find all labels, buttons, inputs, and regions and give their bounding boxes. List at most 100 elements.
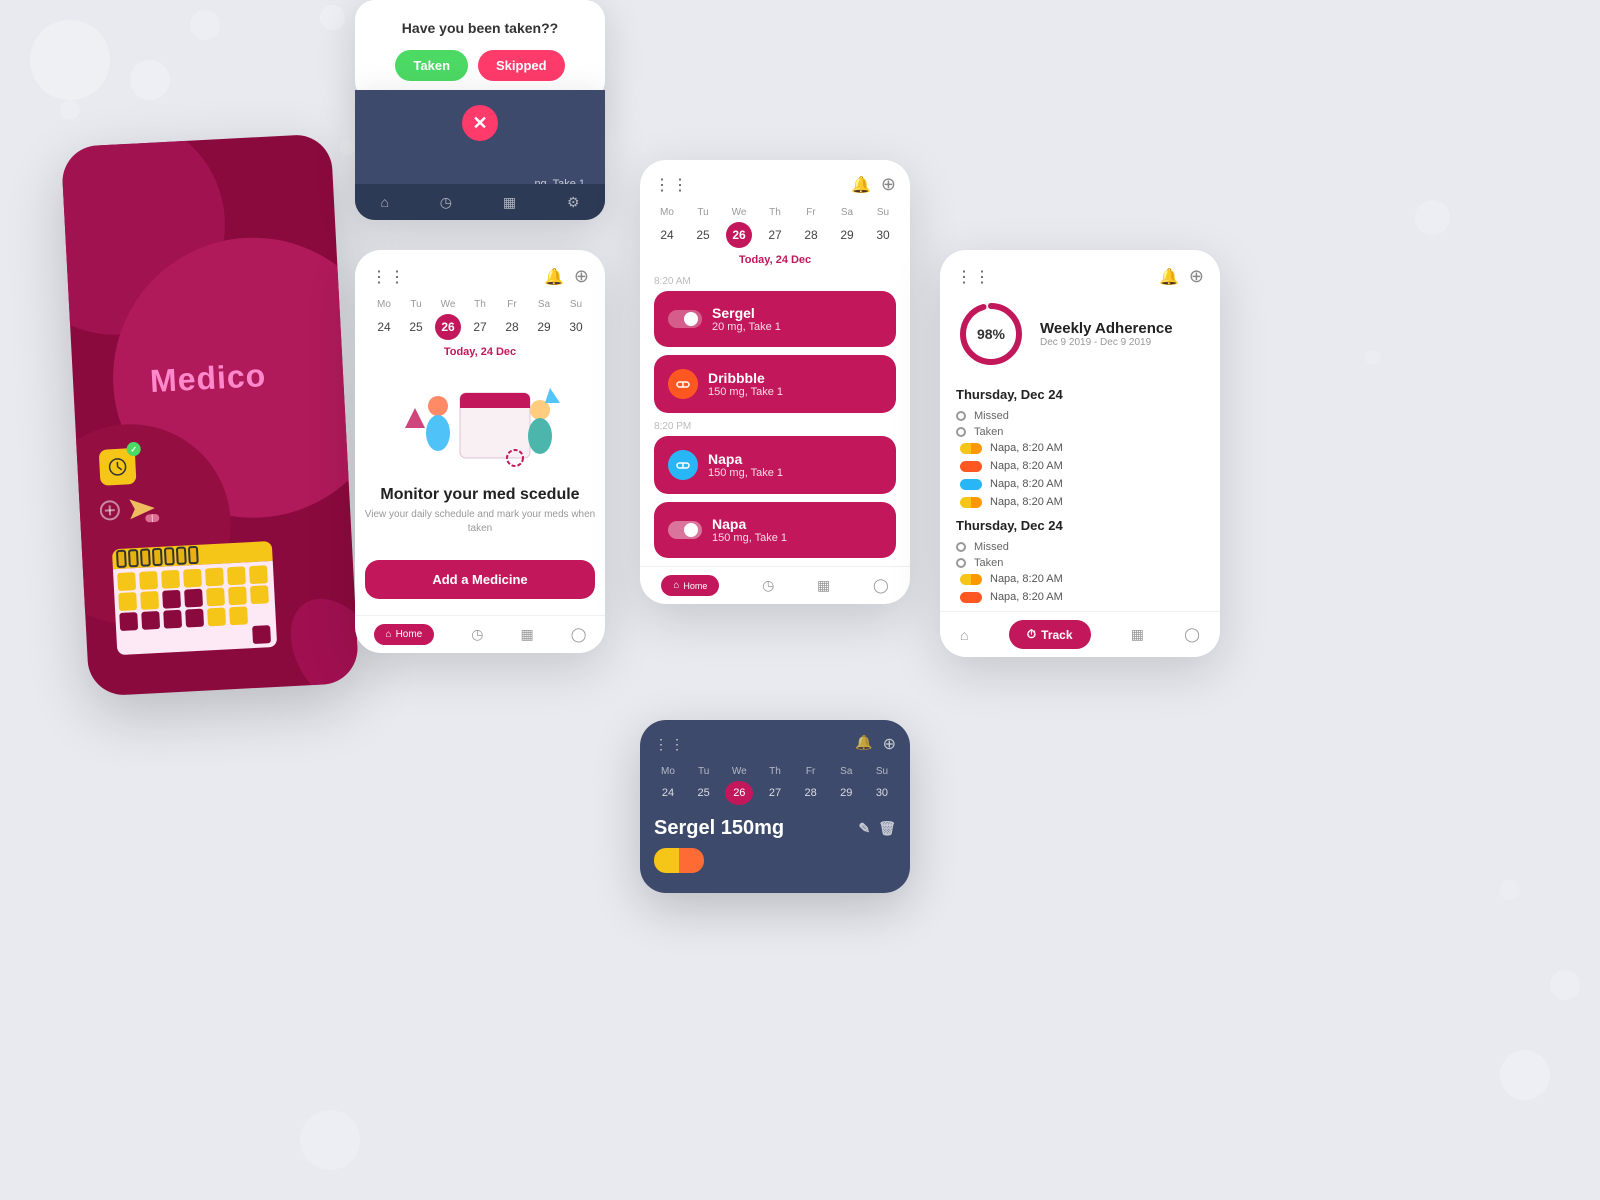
sergel-toggle[interactable] bbox=[668, 310, 702, 328]
schedule-menu-icon[interactable]: ⋮⋮ bbox=[654, 175, 690, 195]
taken-status-2: Taken bbox=[956, 557, 1204, 569]
track-button[interactable]: ⏱ Track bbox=[1009, 620, 1091, 649]
screens-wrapper: Medico ✓ bbox=[0, 0, 1600, 1200]
log-pill-5 bbox=[960, 574, 982, 585]
napa1-icon bbox=[668, 450, 698, 480]
log-text-3: Napa, 8:20 AM bbox=[990, 478, 1063, 490]
popup-nav-chart-icon[interactable]: ◷ bbox=[440, 194, 452, 211]
leaf-decoration bbox=[273, 563, 359, 687]
close-button[interactable]: ✕ bbox=[462, 105, 498, 141]
napa1-name: Napa bbox=[708, 451, 882, 467]
detail-top-bar: ⋮⋮ 🔔 ⊕ bbox=[654, 734, 896, 754]
taken-label-1: Taken bbox=[974, 426, 1003, 438]
med-card-napa2[interactable]: Napa 150 mg, Take 1 bbox=[654, 502, 896, 558]
skipped-button[interactable]: Skipped bbox=[478, 50, 565, 81]
menu-dots-icon[interactable]: ⋮⋮ bbox=[371, 267, 407, 287]
profile-icon: ◯ bbox=[571, 626, 587, 643]
adherence-percentage: 98% bbox=[977, 326, 1005, 342]
med-card-napa1[interactable]: Napa 150 mg, Take 1 bbox=[654, 436, 896, 494]
date-28[interactable]: 28 bbox=[499, 314, 525, 340]
home-icon-2: ⌂ bbox=[673, 580, 679, 591]
adherence-nav-calendar[interactable]: ▦ bbox=[1131, 626, 1144, 643]
med-card-dribbble[interactable]: Dribbble 150 mg, Take 1 bbox=[654, 355, 896, 413]
med-card-sergel[interactable]: Sergel 20 mg, Take 1 bbox=[654, 291, 896, 347]
adherence-menu-icon[interactable]: ⋮⋮ bbox=[956, 267, 992, 287]
schedule-add-icon[interactable]: ⊕ bbox=[881, 174, 896, 195]
bell-icon[interactable]: 🔔 bbox=[544, 267, 564, 287]
day-label-mo: Mo bbox=[371, 299, 397, 310]
schedule-nav-chart[interactable]: ◷ bbox=[762, 577, 774, 594]
edit-icon[interactable]: ✎ bbox=[858, 820, 870, 837]
profile-icon-2: ◯ bbox=[873, 577, 889, 594]
splash-screen: Medico ✓ bbox=[61, 133, 359, 696]
add-medicine-button[interactable]: Add a Medicine bbox=[365, 560, 595, 599]
adherence-progress: 98% bbox=[956, 299, 1026, 369]
nav-chart[interactable]: ◷ bbox=[471, 626, 483, 643]
detail-bell-icon[interactable]: 🔔 bbox=[855, 734, 872, 754]
adherence-bottom-nav: ⌂ ⏱ Track ▦ ◯ bbox=[940, 611, 1220, 657]
log-row-5: Napa, 8:20 AM bbox=[956, 573, 1204, 585]
clock-icon bbox=[107, 456, 128, 477]
nav-calendar[interactable]: ▦ bbox=[521, 626, 534, 643]
date-30[interactable]: 30 bbox=[563, 314, 589, 340]
main-calendar-dates: 24 25 26 27 28 29 30 bbox=[371, 314, 589, 340]
pill-icon bbox=[675, 376, 691, 392]
missed-status-1: Missed bbox=[956, 410, 1204, 422]
detail-add-icon[interactable]: ⊕ bbox=[883, 734, 896, 754]
missed-circle-2 bbox=[956, 542, 966, 552]
missed-circle-1 bbox=[956, 411, 966, 421]
day-label-we: We bbox=[435, 299, 461, 310]
illustration-area: Monitor your med scedule View your daily… bbox=[355, 368, 605, 560]
adherence-add-icon[interactable]: ⊕ bbox=[1189, 266, 1204, 287]
date-27[interactable]: 27 bbox=[467, 314, 493, 340]
taken-button[interactable]: Taken bbox=[395, 50, 468, 81]
profile-icon-3: ◯ bbox=[1184, 626, 1200, 643]
date-24[interactable]: 24 bbox=[371, 314, 397, 340]
day-label-th: Th bbox=[467, 299, 493, 310]
schedule-top-bar: ⋮⋮ 🔔 ⊕ bbox=[654, 174, 896, 195]
adherence-screen: ⋮⋮ 🔔 ⊕ 98% Weekly Adherence Dec 9 bbox=[940, 250, 1220, 657]
schedule-bell-icon[interactable]: 🔔 bbox=[851, 175, 871, 195]
napa2-toggle[interactable] bbox=[668, 521, 702, 539]
log-text-4: Napa, 8:20 AM bbox=[990, 496, 1063, 508]
home-label-2: Home bbox=[683, 581, 707, 591]
date-25[interactable]: 25 bbox=[403, 314, 429, 340]
splash-decorative-icons bbox=[99, 488, 161, 531]
popup-bottom-screen: ✕ ng, Take 1 ⌂ ◷ ▦ ⚙ bbox=[355, 90, 605, 220]
taken-circle-1 bbox=[956, 427, 966, 437]
schedule-nav-calendar[interactable]: ▦ bbox=[817, 577, 830, 594]
detail-menu-icon[interactable]: ⋮⋮ bbox=[654, 736, 686, 753]
log-text-6: Napa, 8:20 AM bbox=[990, 591, 1063, 603]
add-icon[interactable]: ⊕ bbox=[574, 266, 589, 287]
day-label-su: Su bbox=[563, 299, 589, 310]
home-label: Home bbox=[396, 629, 423, 640]
adherence-bell-icon[interactable]: 🔔 bbox=[1159, 267, 1179, 287]
home-icon-3: ⌂ bbox=[960, 627, 968, 643]
log-row-1: Napa, 8:20 AM bbox=[956, 442, 1204, 454]
detail-med-name: Sergel 150mg ✎ 🗑 bbox=[654, 817, 896, 840]
popup-nav-profile-icon[interactable]: ⚙ bbox=[567, 194, 580, 211]
nav-home[interactable]: ⌂ Home bbox=[374, 624, 435, 645]
today-label: Today, 24 Dec bbox=[371, 346, 589, 358]
schedule-calendar-dates: 24 25 26 27 28 29 30 bbox=[654, 222, 896, 248]
missed-label-1: Missed bbox=[974, 410, 1009, 422]
schedule-nav-home[interactable]: ⌂ Home bbox=[661, 575, 719, 596]
nav-profile[interactable]: ◯ bbox=[571, 626, 587, 643]
date-26-active[interactable]: 26 bbox=[435, 314, 461, 340]
notification-popup: Have you been taken?? Taken Skipped bbox=[355, 0, 605, 101]
popup-nav-home-icon[interactable]: ⌂ bbox=[380, 194, 388, 210]
delete-icon[interactable]: 🗑 bbox=[878, 820, 896, 837]
taken-status-1: Taken bbox=[956, 426, 1204, 438]
popup-nav-calendar-icon[interactable]: ▦ bbox=[503, 194, 516, 211]
splash-icon-row bbox=[99, 488, 161, 536]
adherence-nav-home[interactable]: ⌂ bbox=[960, 627, 968, 643]
taken-label-2: Taken bbox=[974, 557, 1003, 569]
napa2-dose: 150 mg, Take 1 bbox=[712, 532, 882, 544]
missed-status-2: Missed bbox=[956, 541, 1204, 553]
date-29[interactable]: 29 bbox=[531, 314, 557, 340]
log-row-4: Napa, 8:20 AM bbox=[956, 496, 1204, 508]
calendar-icon-3: ▦ bbox=[1131, 626, 1144, 643]
adherence-header: 98% Weekly Adherence Dec 9 2019 - Dec 9 … bbox=[956, 299, 1204, 369]
schedule-nav-profile[interactable]: ◯ bbox=[873, 577, 889, 594]
adherence-nav-profile[interactable]: ◯ bbox=[1184, 626, 1200, 643]
